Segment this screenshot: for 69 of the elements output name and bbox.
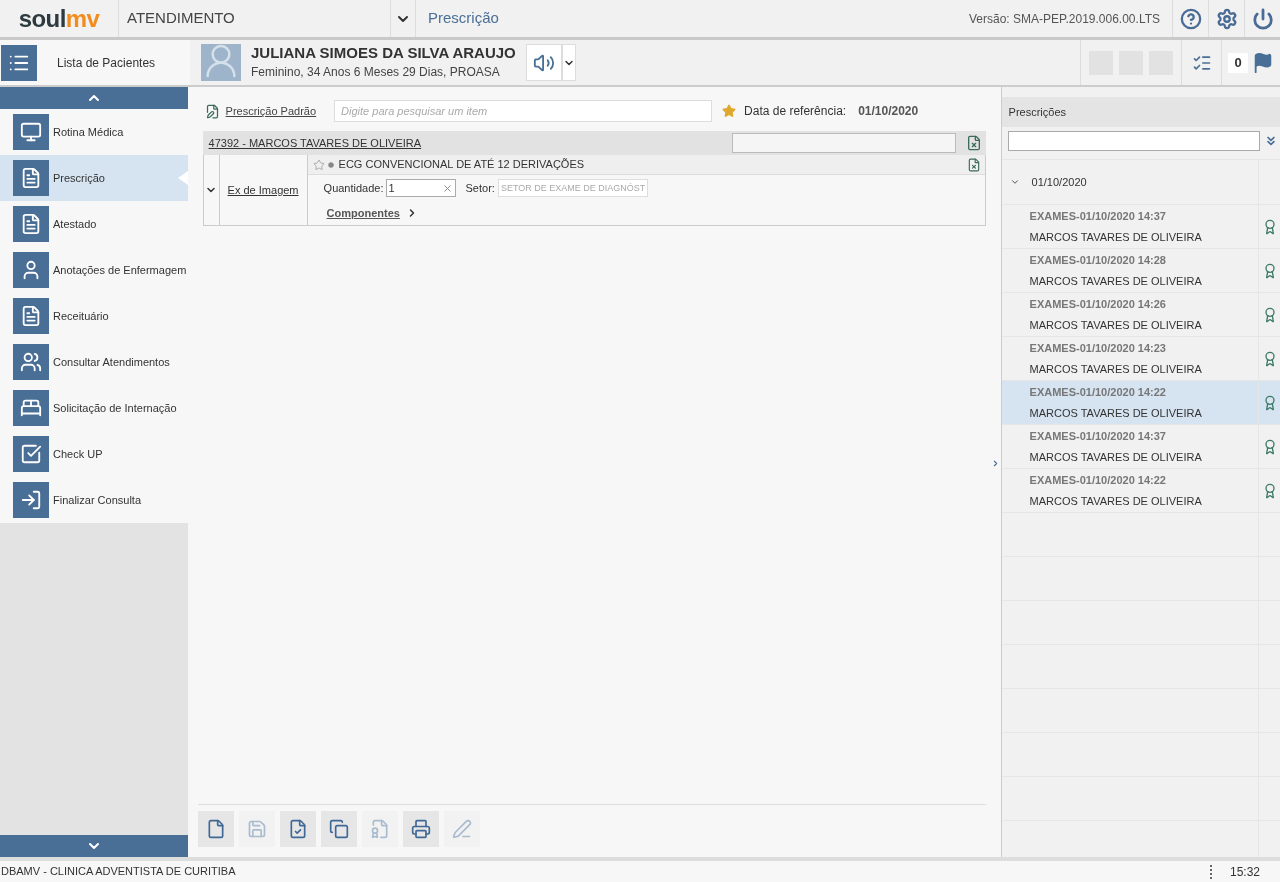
chevron-down-icon: [1009, 177, 1020, 187]
prescription-item[interactable]: EXAMES-01/10/2020 14:28 MARCOS TAVARES DE OLIVEIRA: [1001, 249, 1258, 292]
components-link[interactable]: Componentes: [326, 204, 400, 222]
sector-field[interactable]: SETOR DE EXAME DE DIAGNÓST: [497, 179, 648, 197]
monitor-icon: [20, 121, 42, 143]
edit-icon: [451, 819, 472, 839]
prescription-item[interactable]: EXAMES-01/10/2020 14:37 MARCOS TAVARES DE OLIVEIRA: [1001, 205, 1258, 248]
standard-prescription-link[interactable]: Prescrição Padrão: [225, 102, 317, 120]
module-dropdown[interactable]: [390, 0, 416, 37]
sidebar-item[interactable]: Check UP: [0, 431, 188, 477]
patient-details: Feminino, 34 Anos 6 Meses 29 Dias, PROASA: [251, 63, 501, 81]
patient-name: JULIANA SIMOES DA SILVA ARAUJO: [251, 44, 516, 63]
audio-button[interactable]: [525, 44, 562, 81]
page-title: Prescrição: [428, 8, 499, 29]
bed-icon: [20, 397, 42, 419]
item-search-field[interactable]: Digite para pesquisar um item: [334, 100, 713, 122]
sector-label: Setor:: [465, 180, 495, 196]
prescriptions-search-field[interactable]: [1007, 131, 1260, 151]
version-label: Versão: SMA-PEP.2019.006.00.LTS: [969, 10, 1160, 28]
reference-date-label: Data de referência:: [744, 103, 847, 120]
logo: soulmv: [17, 3, 101, 34]
help-icon: [1179, 7, 1202, 30]
sidebar-item[interactable]: Receituário: [0, 293, 188, 339]
flag-icon: [1252, 51, 1274, 74]
dot-icon: [327, 161, 334, 168]
sidebar-item[interactable]: Prescrição: [0, 155, 188, 201]
module-name: ATENDIMENTO: [127, 8, 235, 29]
copy-button[interactable]: [320, 811, 357, 847]
group-title-link[interactable]: 47392 - MARCOS TAVARES DE OLIVEIRA: [208, 134, 422, 152]
sidebar-item[interactable]: Rotina Médica: [0, 109, 188, 155]
prescription-item[interactable]: EXAMES-01/10/2020 14:37 MARCOS TAVARES DE OLIVEIRA: [1001, 425, 1258, 468]
date-group-toggle[interactable]: 01/10/2020: [1001, 160, 1258, 204]
prescription-item[interactable]: EXAMES-01/10/2020 14:22 MARCOS TAVARES DE OLIVEIRA: [1001, 469, 1258, 512]
patient-list-button[interactable]: Lista de Pacientes: [0, 40, 190, 85]
sidebar-item[interactable]: Anotações de Enfermagem: [0, 247, 188, 293]
print-button[interactable]: [402, 811, 439, 847]
settings-icon: [1215, 7, 1238, 30]
status-location: DBAMV - CLINICA ADVENTISTA DE CURITIBA: [0, 864, 236, 880]
save-icon: [246, 819, 267, 839]
reference-date: 01/10/2020: [858, 103, 919, 120]
prescription-item[interactable]: EXAMES-01/10/2020 14:26 MARCOS TAVARES DE OLIVEIRA: [1001, 293, 1258, 336]
prescription-item[interactable]: EXAMES-01/10/2020 14:23 MARCOS TAVARES DE OLIVEIRA: [1001, 337, 1258, 380]
new-button[interactable]: [197, 811, 234, 847]
quantity-label: Quantidade:: [323, 180, 384, 196]
people-icon: [20, 351, 42, 373]
clear-icon[interactable]: [441, 182, 453, 194]
group-field[interactable]: [731, 133, 956, 153]
sidebar-item[interactable]: Finalizar Consulta: [0, 477, 188, 523]
sidebar-item[interactable]: Solicitação de Internação: [0, 385, 188, 431]
status-time: 15:32: [1229, 863, 1261, 881]
avatar-silhouette: [201, 44, 241, 81]
item-name: ECG CONVENCIONAL DE ATÉ 12 DERIVAÇÕES: [338, 157, 585, 173]
quantity-field[interactable]: 1: [385, 179, 456, 197]
copy-icon: [328, 819, 349, 839]
power-icon: [1251, 7, 1274, 30]
edit-document-icon: [204, 103, 220, 119]
expand-all-icon[interactable]: [1264, 134, 1278, 148]
remove-document-icon: [965, 135, 982, 151]
star-icon: [722, 104, 737, 118]
sidebar-item[interactable]: Consultar Atendimentos: [0, 339, 188, 385]
certify-icon: [369, 819, 390, 839]
print-icon: [410, 819, 431, 839]
counter: 0: [1228, 52, 1248, 73]
panel-header: Prescrições: [1001, 97, 1280, 127]
remove-document-icon: [966, 157, 981, 172]
sign-button[interactable]: [279, 811, 316, 847]
star-outline-icon[interactable]: [312, 158, 325, 171]
category-link[interactable]: Ex de Imagem: [227, 181, 299, 199]
sidebar-item[interactable]: Atestado: [0, 201, 188, 247]
